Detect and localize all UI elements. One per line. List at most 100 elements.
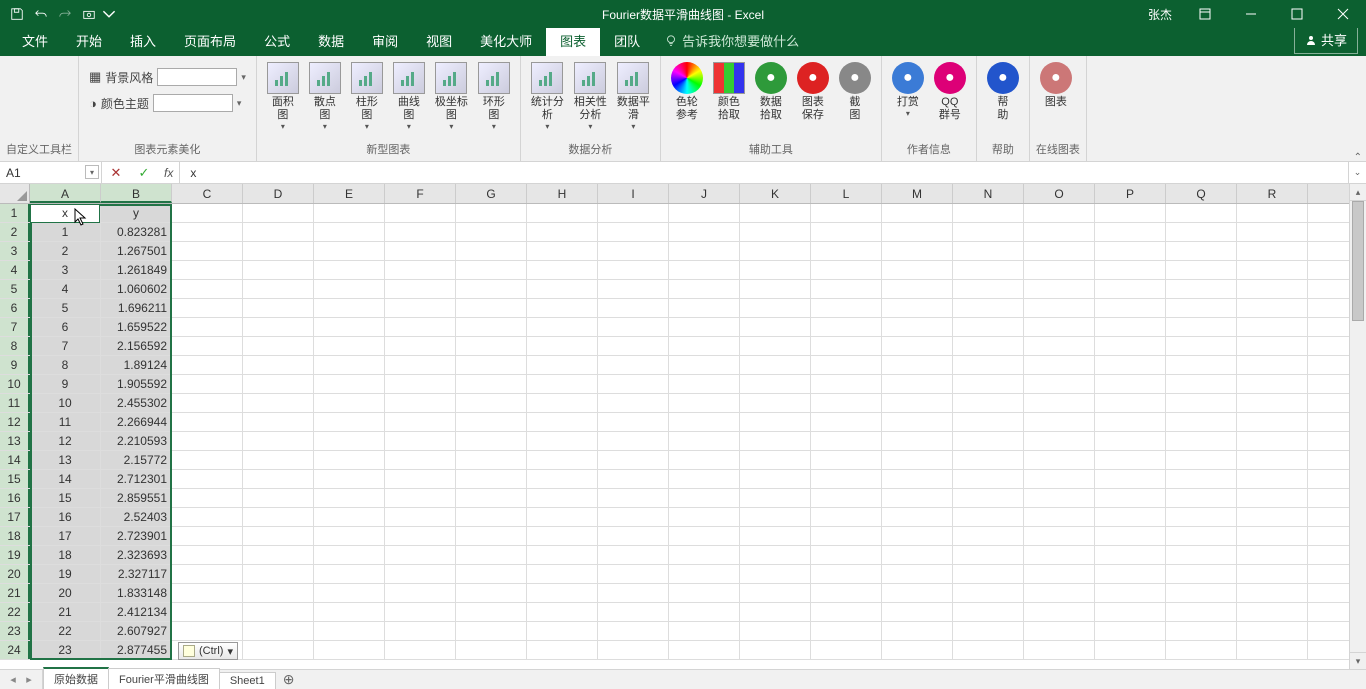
cell-M21[interactable] <box>882 584 953 602</box>
cell-K12[interactable] <box>740 413 811 431</box>
cell-F11[interactable] <box>385 394 456 412</box>
cell-C13[interactable] <box>172 432 243 450</box>
cell-N2[interactable] <box>953 223 1024 241</box>
cell-Q3[interactable] <box>1166 242 1237 260</box>
cell-Q1[interactable] <box>1166 204 1237 222</box>
col-header-A[interactable]: A <box>30 184 101 203</box>
cell-M13[interactable] <box>882 432 953 450</box>
cell-F13[interactable] <box>385 432 456 450</box>
cell-I10[interactable] <box>598 375 669 393</box>
cell-E17[interactable] <box>314 508 385 526</box>
cell-H8[interactable] <box>527 337 598 355</box>
cell-N9[interactable] <box>953 356 1024 374</box>
cell-C6[interactable] <box>172 299 243 317</box>
row-header-5[interactable]: 5 <box>0 280 30 298</box>
col-header-O[interactable]: O <box>1024 184 1095 203</box>
cell-D17[interactable] <box>243 508 314 526</box>
menu-tab-7[interactable]: 视图 <box>412 25 466 56</box>
cell-I21[interactable] <box>598 584 669 602</box>
cell-C20[interactable] <box>172 565 243 583</box>
cell-H21[interactable] <box>527 584 598 602</box>
cell-Q11[interactable] <box>1166 394 1237 412</box>
cell-F16[interactable] <box>385 489 456 507</box>
qq-group-btn[interactable]: ●QQ 群号 <box>930 60 970 124</box>
cell-B6[interactable]: 1.696211 <box>101 299 172 317</box>
cell-H11[interactable] <box>527 394 598 412</box>
cell-O2[interactable] <box>1024 223 1095 241</box>
cell-O16[interactable] <box>1024 489 1095 507</box>
cell-I3[interactable] <box>598 242 669 260</box>
cell-L12[interactable] <box>811 413 882 431</box>
cell-N10[interactable] <box>953 375 1024 393</box>
camera-button[interactable] <box>78 3 100 25</box>
form-select[interactable] <box>157 68 237 86</box>
menu-tab-0[interactable]: 文件 <box>8 25 62 56</box>
cell-Q23[interactable] <box>1166 622 1237 640</box>
cell-N13[interactable] <box>953 432 1024 450</box>
cell-D9[interactable] <box>243 356 314 374</box>
cell-G15[interactable] <box>456 470 527 488</box>
cell-L4[interactable] <box>811 261 882 279</box>
cell-J24[interactable] <box>669 641 740 659</box>
cell-Q14[interactable] <box>1166 451 1237 469</box>
formula-cancel-button[interactable]: ✕ <box>102 165 130 181</box>
cell-E9[interactable] <box>314 356 385 374</box>
cell-C18[interactable] <box>172 527 243 545</box>
cell-N1[interactable] <box>953 204 1024 222</box>
cell-N23[interactable] <box>953 622 1024 640</box>
cell-Q15[interactable] <box>1166 470 1237 488</box>
cell-A5[interactable]: 4 <box>30 280 101 298</box>
cell-O23[interactable] <box>1024 622 1095 640</box>
cell-L22[interactable] <box>811 603 882 621</box>
cell-L7[interactable] <box>811 318 882 336</box>
cell-R15[interactable] <box>1237 470 1308 488</box>
cell-N3[interactable] <box>953 242 1024 260</box>
cell-Q22[interactable] <box>1166 603 1237 621</box>
menu-tab-10[interactable]: 团队 <box>600 25 654 56</box>
row-header-20[interactable]: 20 <box>0 565 30 583</box>
cell-N11[interactable] <box>953 394 1024 412</box>
cell-R7[interactable] <box>1237 318 1308 336</box>
cell-P2[interactable] <box>1095 223 1166 241</box>
cell-M11[interactable] <box>882 394 953 412</box>
cell-Q8[interactable] <box>1166 337 1237 355</box>
cell-F7[interactable] <box>385 318 456 336</box>
cell-Q20[interactable] <box>1166 565 1237 583</box>
cell-J13[interactable] <box>669 432 740 450</box>
cell-H7[interactable] <box>527 318 598 336</box>
cell-N22[interactable] <box>953 603 1024 621</box>
cell-P3[interactable] <box>1095 242 1166 260</box>
cell-J10[interactable] <box>669 375 740 393</box>
row-header-17[interactable]: 17 <box>0 508 30 526</box>
sheet-tab-2[interactable]: Sheet1 <box>219 672 276 689</box>
cell-F15[interactable] <box>385 470 456 488</box>
cell-R14[interactable] <box>1237 451 1308 469</box>
cell-R13[interactable] <box>1237 432 1308 450</box>
cell-D7[interactable] <box>243 318 314 336</box>
cell-K21[interactable] <box>740 584 811 602</box>
cell-I13[interactable] <box>598 432 669 450</box>
palette-row[interactable]: ◑颜色主题▾ <box>89 92 246 114</box>
col-header-G[interactable]: G <box>456 184 527 203</box>
cell-J6[interactable] <box>669 299 740 317</box>
cell-C14[interactable] <box>172 451 243 469</box>
cell-E21[interactable] <box>314 584 385 602</box>
cell-Q7[interactable] <box>1166 318 1237 336</box>
menu-tab-3[interactable]: 页面布局 <box>170 25 250 56</box>
cell-R2[interactable] <box>1237 223 1308 241</box>
cell-A11[interactable]: 10 <box>30 394 101 412</box>
cell-O5[interactable] <box>1024 280 1095 298</box>
cell-P11[interactable] <box>1095 394 1166 412</box>
cell-I6[interactable] <box>598 299 669 317</box>
cell-M8[interactable] <box>882 337 953 355</box>
cell-A4[interactable]: 3 <box>30 261 101 279</box>
cell-M4[interactable] <box>882 261 953 279</box>
cell-L16[interactable] <box>811 489 882 507</box>
cell-N16[interactable] <box>953 489 1024 507</box>
cell-L23[interactable] <box>811 622 882 640</box>
cell-A9[interactable]: 8 <box>30 356 101 374</box>
cell-I14[interactable] <box>598 451 669 469</box>
share-button[interactable]: 共享 <box>1294 25 1358 54</box>
select-all-corner[interactable] <box>0 184 30 203</box>
cell-E2[interactable] <box>314 223 385 241</box>
